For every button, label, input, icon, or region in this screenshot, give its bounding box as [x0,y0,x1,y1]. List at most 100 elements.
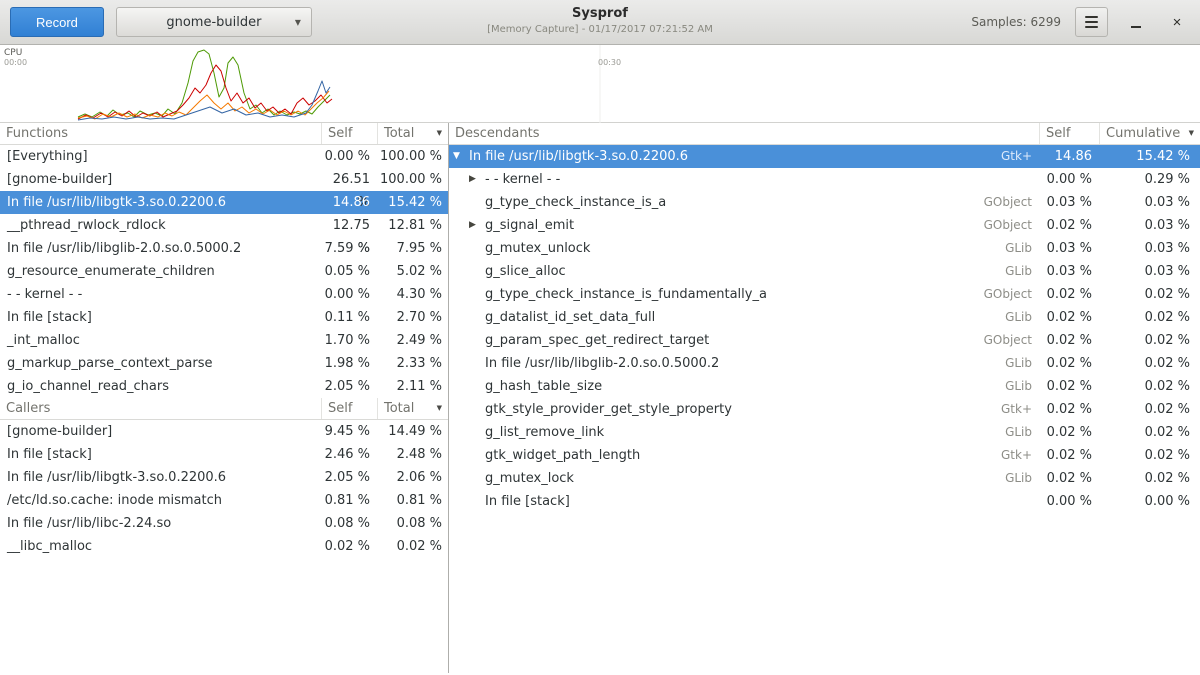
cumulative-percent: 0.03 % [1100,214,1200,237]
descendant-row[interactable]: ▶ - - kernel - - 0.00 % 0.29 % [449,168,1200,191]
descendant-row[interactable]: ▶ g_signal_emit GObject 0.02 % 0.03 % [449,214,1200,237]
self-percent: 0.02 % [1040,467,1100,490]
expander-icon[interactable] [469,352,485,375]
function-row[interactable]: - - kernel - - 0.00 % 4.30 % [0,283,448,306]
expander-icon[interactable] [469,306,485,329]
descendant-row[interactable]: In file /usr/lib/libglib-2.0.so.0.5000.2… [449,352,1200,375]
category-label: GLib [1005,375,1040,398]
expander-icon[interactable] [469,398,485,421]
function-name: g_io_channel_read_chars [0,375,322,398]
descendant-row[interactable]: In file [stack] 0.00 % 0.00 % [449,490,1200,513]
function-row[interactable]: __pthread_rwlock_rdlock 12.75 % 12.81 % [0,214,448,237]
caller-row[interactable]: [gnome-builder] 9.45 % 14.49 % [0,420,448,443]
function-name: In file [stack] [485,490,1032,513]
self-percent: 0.05 % [322,260,378,283]
function-name: In file /usr/lib/libglib-2.0.so.0.5000.2 [0,237,322,260]
expander-icon[interactable] [469,375,485,398]
function-row[interactable]: [gnome-builder] 26.51 % 100.00 % [0,168,448,191]
expander-icon[interactable]: ▼ [453,145,469,168]
caller-row[interactable]: /etc/ld.so.cache: inode mismatch 0.81 % … [0,489,448,512]
expander-icon[interactable] [469,260,485,283]
function-row[interactable]: _int_malloc 1.70 % 2.49 % [0,329,448,352]
expander-icon[interactable] [469,421,485,444]
descendant-row[interactable]: g_type_check_instance_is_fundamentally_a… [449,283,1200,306]
self-percent: 26.51 % [322,168,378,191]
descendant-row[interactable]: g_param_spec_get_redirect_target GObject… [449,329,1200,352]
column-header-self[interactable]: Self [322,123,378,144]
callers-header: Callers Self Total ▼ [0,398,448,420]
expander-icon[interactable] [469,467,485,490]
function-name: /etc/ld.so.cache: inode mismatch [0,489,322,512]
record-button[interactable]: Record [10,7,104,37]
descendant-row[interactable]: g_list_remove_link GLib 0.02 % 0.02 % [449,421,1200,444]
function-row[interactable]: In file /usr/lib/libgtk-3.so.0.2200.6 14… [0,191,448,214]
function-row[interactable]: g_resource_enumerate_children 0.05 % 5.0… [0,260,448,283]
self-percent: 1.98 % [322,352,378,375]
expander-icon[interactable]: ▶ [469,214,485,237]
function-row[interactable]: g_markup_parse_context_parse 1.98 % 2.33… [0,352,448,375]
column-header-total[interactable]: Total ▼ [378,398,448,419]
cpu-label: CPU [4,48,22,58]
function-row[interactable]: In file [stack] 0.11 % 2.70 % [0,306,448,329]
category-label: Gtk+ [1001,145,1040,168]
function-name: g_resource_enumerate_children [0,260,322,283]
expander-icon[interactable] [469,191,485,214]
cumulative-percent: 0.00 % [1100,490,1200,513]
column-header-total[interactable]: Total ▼ [378,123,448,144]
descendant-row[interactable]: ▼ In file /usr/lib/libgtk-3.so.0.2200.6 … [449,145,1200,168]
self-percent: 0.02 % [1040,306,1100,329]
function-name: In file /usr/lib/libgtk-3.so.0.2200.6 [0,191,322,214]
descendant-row[interactable]: gtk_widget_path_length Gtk+ 0.02 % 0.02 … [449,444,1200,467]
close-button[interactable]: × [1164,9,1190,35]
column-header-callers[interactable]: Callers [0,398,322,419]
caller-row[interactable]: In file /usr/lib/libgtk-3.so.0.2200.6 2.… [0,466,448,489]
function-name: g_slice_alloc [485,260,1005,283]
total-percent: 15.42 % [378,191,448,214]
expander-icon[interactable] [469,283,485,306]
caller-row[interactable]: In file [stack] 2.46 % 2.48 % [0,443,448,466]
column-header-self[interactable]: Self [322,398,378,419]
descendants-header: Descendants Self Cumulative ▼ [449,123,1200,145]
callers-rows: [gnome-builder] 9.45 % 14.49 % In file [… [0,420,448,558]
descendant-row[interactable]: g_mutex_unlock GLib 0.03 % 0.03 % [449,237,1200,260]
cumulative-percent: 0.02 % [1100,467,1200,490]
expander-icon[interactable] [469,444,485,467]
descendant-row[interactable]: g_type_check_instance_is_a GObject 0.03 … [449,191,1200,214]
expander-icon[interactable]: ▶ [469,168,485,191]
functions-header: Functions Self Total ▼ [0,123,448,145]
function-row[interactable]: [Everything] 0.00 % 100.00 % [0,145,448,168]
function-row[interactable]: In file /usr/lib/libglib-2.0.so.0.5000.2… [0,237,448,260]
column-header-descendants[interactable]: Descendants [449,123,1040,144]
column-header-cumulative[interactable]: Cumulative ▼ [1100,123,1200,144]
close-icon: × [1173,14,1182,31]
column-header-total-label: Total [384,398,414,419]
self-percent: 0.02 % [1040,375,1100,398]
descendant-row[interactable]: gtk_style_provider_get_style_property Gt… [449,398,1200,421]
descendant-row[interactable]: g_mutex_lock GLib 0.02 % 0.02 % [449,467,1200,490]
column-header-functions[interactable]: Functions [0,123,322,144]
expander-icon[interactable] [469,237,485,260]
descendant-row[interactable]: g_datalist_id_set_data_full GLib 0.02 % … [449,306,1200,329]
function-name: - - kernel - - [0,283,322,306]
function-name: gtk_style_provider_get_style_property [485,398,1001,421]
total-percent: 2.06 % [378,466,448,489]
expander-icon[interactable] [469,329,485,352]
function-name: In file [stack] [0,306,322,329]
caller-row[interactable]: __libc_malloc 0.02 % 0.02 % [0,535,448,558]
menu-button[interactable] [1075,7,1108,37]
minimize-button[interactable] [1123,9,1149,35]
self-percent: 0.02 % [1040,214,1100,237]
process-selector[interactable]: gnome-builder ▾ [116,7,312,37]
function-row[interactable]: g_io_channel_read_chars 2.05 % 2.11 % [0,375,448,398]
caller-row[interactable]: In file /usr/lib/libc-2.24.so 0.08 % 0.0… [0,512,448,535]
column-header-self[interactable]: Self [1040,123,1100,144]
cumulative-percent: 0.02 % [1100,352,1200,375]
column-header-total-label: Total [384,123,414,144]
self-percent: 12.75 % [322,214,378,237]
cumulative-percent: 15.42 % [1100,145,1200,168]
descendant-row[interactable]: g_slice_alloc GLib 0.03 % 0.03 % [449,260,1200,283]
descendant-row[interactable]: g_hash_table_size GLib 0.02 % 0.02 % [449,375,1200,398]
category-label: GObject [984,283,1040,306]
expander-icon[interactable] [469,490,485,513]
cpu-timeline[interactable]: CPU 00:00 00:30 [0,45,1200,123]
